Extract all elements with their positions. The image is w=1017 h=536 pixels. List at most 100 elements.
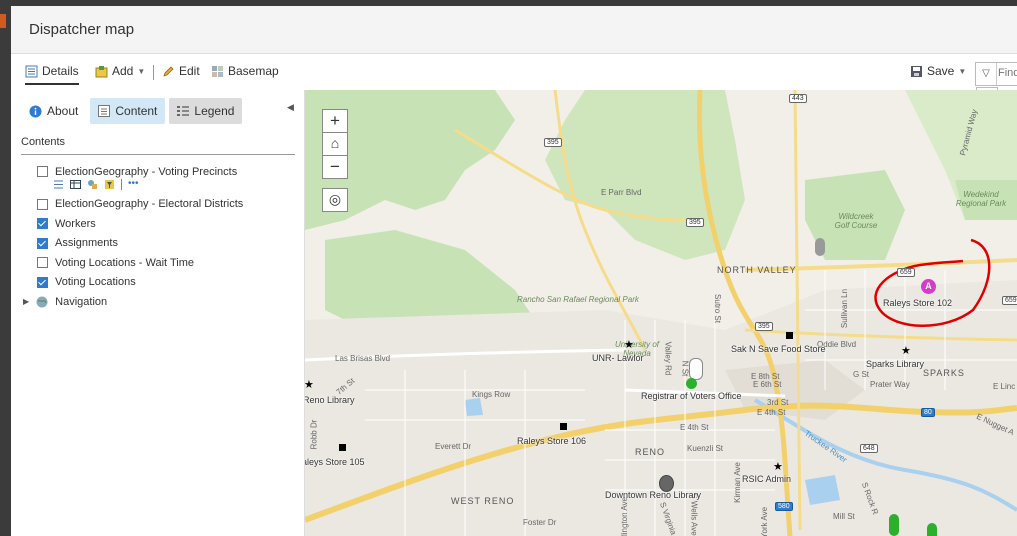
voting-location-star[interactable]: ★	[773, 462, 783, 473]
save-icon	[911, 65, 922, 77]
basemap-icon	[212, 65, 223, 77]
layer-checkbox[interactable]	[37, 218, 48, 230]
filter-dropdown-icon[interactable]: ▽	[976, 63, 997, 85]
layer-item[interactable]: ElectionGeography - Electoral Districts	[37, 195, 292, 215]
voting-location-marker[interactable]	[560, 423, 567, 430]
edit-button[interactable]: Edit	[162, 64, 200, 78]
worker-pin-icon[interactable]	[689, 358, 703, 380]
location-label[interactable]: Sak N Save Food Store	[731, 344, 826, 354]
legend-toggle-icon[interactable]	[53, 179, 64, 190]
street-label: Valley Rd	[663, 341, 673, 376]
voting-location-star[interactable]: ★	[305, 380, 314, 391]
details-button[interactable]: Details	[25, 64, 79, 85]
save-label: Save	[927, 64, 955, 78]
layer-item[interactable]: Voting Locations	[37, 273, 292, 293]
location-label[interactable]: Reno Library	[305, 395, 355, 405]
add-button[interactable]: Add ▼	[95, 64, 145, 78]
layer-checkbox[interactable]	[37, 276, 48, 288]
lake	[805, 475, 840, 505]
tab-about-label: About	[47, 104, 79, 118]
voting-location-marker[interactable]	[339, 444, 346, 451]
title-bar: Dispatcher map	[11, 6, 1017, 54]
street-label: 3rd St	[767, 398, 789, 407]
street-label: Robb Dr	[309, 419, 319, 450]
layer-item[interactable]: Assignments	[37, 234, 292, 254]
collapse-panel-icon[interactable]: ◀	[287, 102, 294, 113]
assignment-pin-a[interactable]: A	[921, 279, 936, 294]
worker-marker-green[interactable]	[686, 378, 697, 389]
location-label[interactable]: aleys Store 105	[305, 457, 365, 467]
park-label: Wedekind Regional Park	[955, 190, 1007, 208]
voting-location-star[interactable]: ★	[624, 340, 634, 351]
layer-label: Assignments	[55, 237, 118, 250]
tab-legend[interactable]: Legend	[169, 98, 243, 124]
home-icon[interactable]: ⌂	[322, 132, 348, 156]
chevron-down-icon: ▼	[958, 66, 967, 76]
worker-pin-icon[interactable]	[889, 514, 899, 536]
locate-icon[interactable]: ◎	[322, 188, 348, 212]
find-input[interactable]	[998, 65, 1017, 81]
chevron-down-icon: ▼	[137, 66, 146, 76]
save-button[interactable]: Save ▼	[910, 64, 966, 78]
street-label: Everett Dr	[435, 442, 472, 451]
interstate-shield: 580	[775, 502, 793, 511]
neighborhood-label: NORTH VALLEY	[717, 265, 797, 275]
basemap-button[interactable]: Basemap	[211, 64, 279, 78]
layer-label: Workers	[55, 217, 96, 230]
neighborhood-label: WEST RENO	[451, 496, 515, 506]
highway-shield: 395	[755, 322, 773, 331]
find-box: ▽ ⚲	[975, 62, 1017, 109]
map-view[interactable]: + ⌂ − ◎ Rancho San Rafael Regional Park …	[305, 90, 1017, 536]
tab-content[interactable]: Content	[90, 98, 166, 124]
street-label: Mill St	[833, 512, 855, 521]
location-label[interactable]: Raleys Store 106	[517, 436, 586, 446]
street-label: E 6th St	[753, 380, 782, 389]
worker-pin-icon[interactable]	[927, 523, 937, 536]
location-label[interactable]: Sparks Library	[866, 359, 924, 369]
background-window-edge	[0, 0, 11, 536]
dispatcher-map-window: Dispatcher map Details Add ▼ Edit Basema…	[11, 6, 1017, 536]
worker-pin-icon[interactable]	[815, 238, 825, 256]
panel-tabs: About Content Legend	[21, 98, 243, 124]
content-icon	[98, 105, 111, 117]
location-label[interactable]: RSIC Admin	[742, 474, 791, 484]
park-label: Rancho San Rafael Regional Park	[517, 295, 639, 304]
street-label: Arlington Ave	[620, 497, 629, 536]
street-label: E 4th St	[757, 408, 786, 417]
tab-legend-label: Legend	[194, 104, 235, 118]
street-label: Prater Way	[870, 380, 910, 389]
layer-group-navigation[interactable]: ▶ Navigation	[23, 292, 292, 312]
change-style-icon[interactable]	[87, 179, 98, 190]
layer-list: ElectionGeography - Voting Precincts •••…	[23, 162, 292, 312]
expand-arrow-icon[interactable]: ▶	[23, 297, 29, 306]
layer-item[interactable]: Voting Locations - Wait Time	[37, 253, 292, 273]
globe-icon	[36, 296, 48, 308]
layer-tools: •••	[37, 178, 292, 193]
location-label[interactable]: Raleys Store 102	[883, 298, 952, 308]
location-label[interactable]: UNR- Lawlor	[592, 353, 644, 363]
zoom-in-button[interactable]: +	[322, 109, 348, 133]
street-label: E Linc	[993, 382, 1016, 391]
details-label: Details	[42, 64, 79, 78]
filter-icon[interactable]	[104, 179, 115, 190]
table-icon[interactable]	[70, 179, 81, 190]
street-label: Kuenzli St	[687, 444, 724, 453]
more-options-icon[interactable]: •••	[128, 178, 139, 193]
location-label[interactable]: Registrar of Voters Office	[641, 391, 741, 401]
voting-location-marker[interactable]	[786, 332, 793, 339]
voting-location-star[interactable]: ★	[901, 346, 911, 357]
layer-checkbox[interactable]	[37, 166, 48, 178]
details-icon	[25, 65, 38, 77]
layer-item[interactable]: Workers	[37, 214, 292, 234]
tab-about[interactable]: About	[21, 98, 86, 124]
layer-checkbox[interactable]	[37, 237, 48, 249]
layer-checkbox[interactable]	[37, 257, 48, 269]
zoom-out-button[interactable]: −	[322, 155, 348, 179]
basemap	[305, 90, 1017, 536]
layer-checkbox[interactable]	[37, 198, 48, 210]
location-label[interactable]: Downtown Reno Library	[605, 490, 701, 500]
street-label: Sullivan Ln	[840, 288, 850, 329]
toolbar-divider	[153, 65, 154, 80]
toolbar-divider	[121, 178, 122, 190]
info-icon	[29, 105, 42, 117]
